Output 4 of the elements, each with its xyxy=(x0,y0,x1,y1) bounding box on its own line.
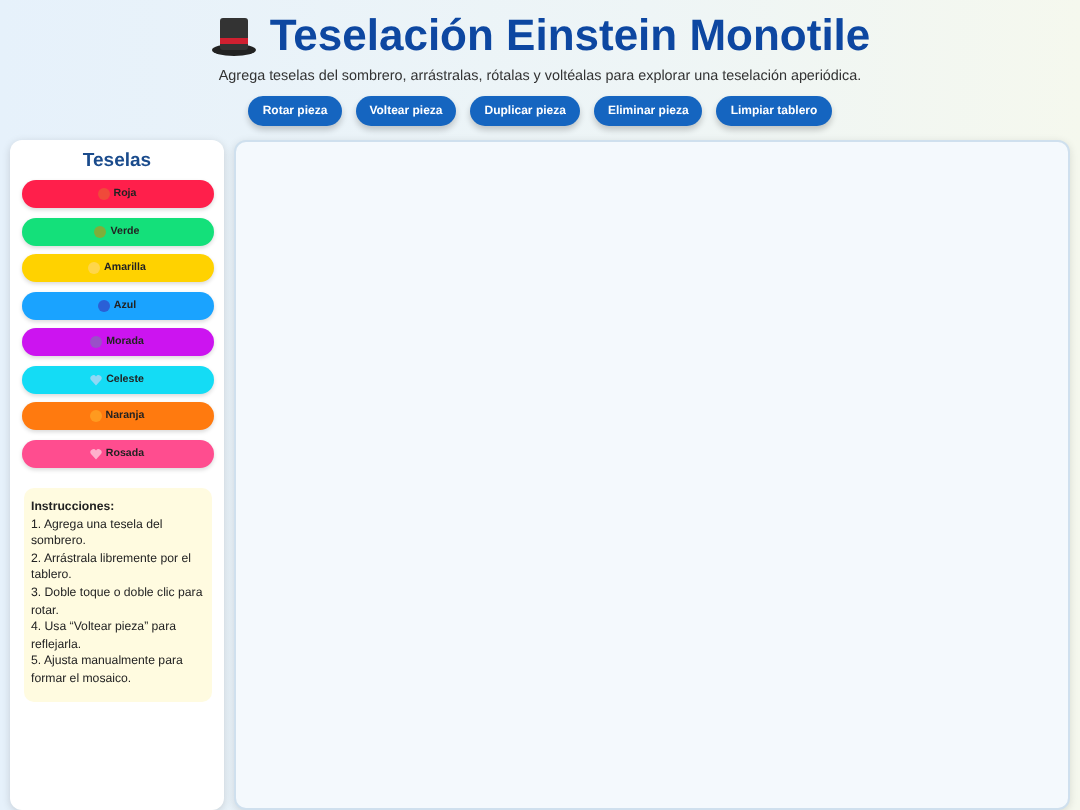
top-hat-icon xyxy=(209,14,258,58)
board-canvas[interactable] xyxy=(234,140,1070,810)
app-title: Teselación Einstein Monotile xyxy=(269,12,871,60)
sidebar-title: Teselas xyxy=(82,150,152,172)
